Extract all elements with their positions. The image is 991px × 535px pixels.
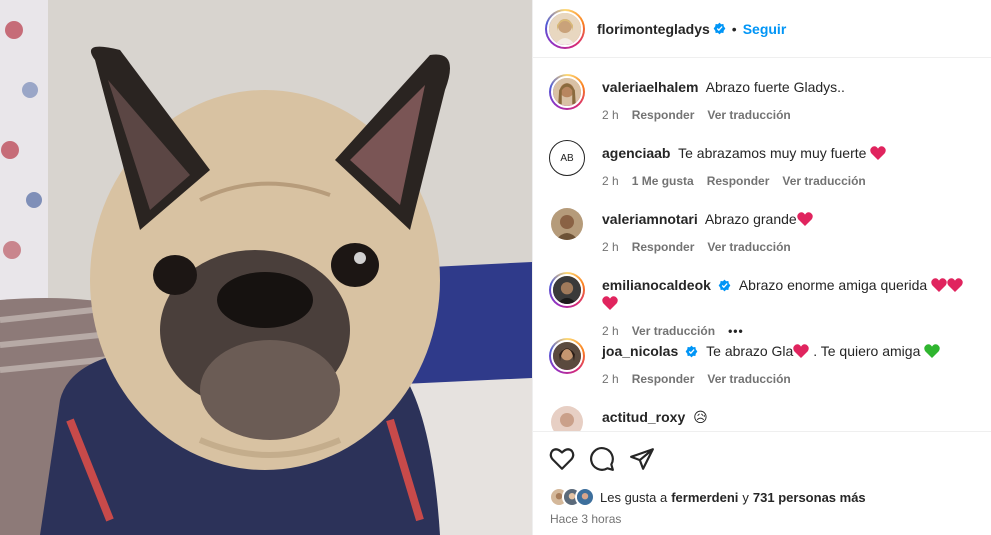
red-heart-emoji-icon [796,212,813,226]
post-photo[interactable] [0,0,532,535]
author-avatar[interactable] [545,8,585,49]
commenter-avatar[interactable] [549,206,585,242]
comment-item: AB agenciaab Te abrazamos muy muy fuerte… [549,140,979,188]
post-header: florimontegladys • Seguir [533,0,991,58]
comment-item: valeriamnotari Abrazo grande 2 h Respond… [549,206,979,254]
comment-body-part1: Te abrazo Gla [706,343,794,359]
liker-username[interactable]: fermerdeni [671,490,738,505]
comment-time[interactable]: 2 h [602,324,619,338]
reply-button[interactable]: Responder [707,174,770,188]
red-heart-emoji-icon [947,278,963,292]
comments-list[interactable]: valeriaelhalem Abrazo fuerte Gladys.. 2 … [533,58,991,431]
comment-item: joa_nicolas Te abrazo Gla . Te quiero am… [549,338,979,386]
comment-time[interactable]: 2 h [602,174,619,188]
comment-text: actitud_roxy 😥 [602,408,708,426]
comment-item: valeriaelhalem Abrazo fuerte Gladys.. 2 … [549,74,979,122]
commenter-avatar[interactable]: AB [549,140,585,176]
see-translation-button[interactable]: Ver traducción [707,240,790,254]
red-heart-emoji-icon [602,296,618,310]
comment-text: joa_nicolas Te abrazo Gla . Te quiero am… [602,342,940,360]
comment-username[interactable]: agenciaab [602,145,670,161]
see-translation-button[interactable]: Ver traducción [782,174,865,188]
reply-button[interactable]: Responder [632,372,695,386]
comment-body-part2: . Te quiero amiga [813,343,921,359]
comment-item: actitud_roxy 😥 [549,404,979,431]
reply-button[interactable]: Responder [632,108,695,122]
separator-dot: • [731,20,737,37]
comment-body: Abrazo fuerte Gladys.. [705,79,845,95]
comment-username[interactable]: emilianocaldeok [602,277,711,293]
agency-logo-text: AB [560,152,574,164]
comment-time[interactable]: 2 h [602,108,619,122]
comment-username[interactable]: valeriaelhalem [602,79,699,95]
verified-badge-icon [718,279,731,292]
share-send-icon[interactable] [629,446,655,472]
comment-body: Te abrazamos muy muy fuerte [678,145,867,161]
likes-prefix: Les gusta a [600,489,668,505]
commenter-avatar[interactable] [549,272,585,308]
red-heart-emoji-icon [793,344,810,358]
verified-badge-icon [685,345,698,358]
reply-button[interactable]: Responder [632,240,695,254]
comment-body: Abrazo grande [704,211,797,227]
comment-bubble-icon[interactable] [589,446,615,472]
comment-item: emilianocaldeok Abrazo enorme amiga quer… [549,272,979,338]
comment-text: valeriamnotari Abrazo grande [602,210,813,228]
like-heart-icon[interactable] [549,446,575,472]
see-translation-button[interactable]: Ver traducción [707,108,790,122]
see-translation-button[interactable]: Ver traducción [632,324,715,338]
french-bulldog-photo [0,0,532,535]
post-footer: Les gusta a fermerdeni y 731 personas má… [533,431,991,535]
action-bar [549,446,669,472]
comment-time[interactable]: 2 h [602,372,619,386]
comment-text: valeriaelhalem Abrazo fuerte Gladys.. [602,78,845,96]
comment-username[interactable]: joa_nicolas [602,343,678,359]
verified-badge-icon [713,22,726,35]
comment-body: Abrazo enorme amiga querida [738,277,928,293]
comments-panel: florimontegladys • Seguir valeriaelhalem… [532,0,991,535]
red-heart-emoji-icon [931,278,947,292]
post-timestamp[interactable]: Hace 3 horas [550,512,621,526]
likes-others-count[interactable]: 731 personas más [753,490,866,505]
comment-text: agenciaab Te abrazamos muy muy fuerte [602,144,887,162]
see-translation-button[interactable]: Ver traducción [707,372,790,386]
commenter-avatar[interactable] [549,74,585,110]
comment-username[interactable]: valeriamnotari [602,211,698,227]
comment-body: 😥 [693,409,708,425]
more-options-icon[interactable]: ••• [728,324,744,338]
comment-username[interactable]: actitud_roxy [602,409,685,425]
green-heart-emoji-icon [924,344,940,358]
comment-text: emilianocaldeok Abrazo enorme amiga quer… [602,276,979,312]
likes-summary: Les gusta a fermerdeni y 731 personas má… [549,487,866,507]
commenter-avatar[interactable] [549,338,585,374]
likes-connector: y [742,489,749,505]
commenter-avatar[interactable] [549,404,585,431]
red-heart-emoji-icon [870,146,887,160]
liker-avatar[interactable] [575,487,595,507]
follow-button[interactable]: Seguir [743,21,787,37]
comment-likes-count[interactable]: 1 Me gusta [632,174,694,188]
author-username[interactable]: florimontegladys [597,21,710,37]
comment-time[interactable]: 2 h [602,240,619,254]
